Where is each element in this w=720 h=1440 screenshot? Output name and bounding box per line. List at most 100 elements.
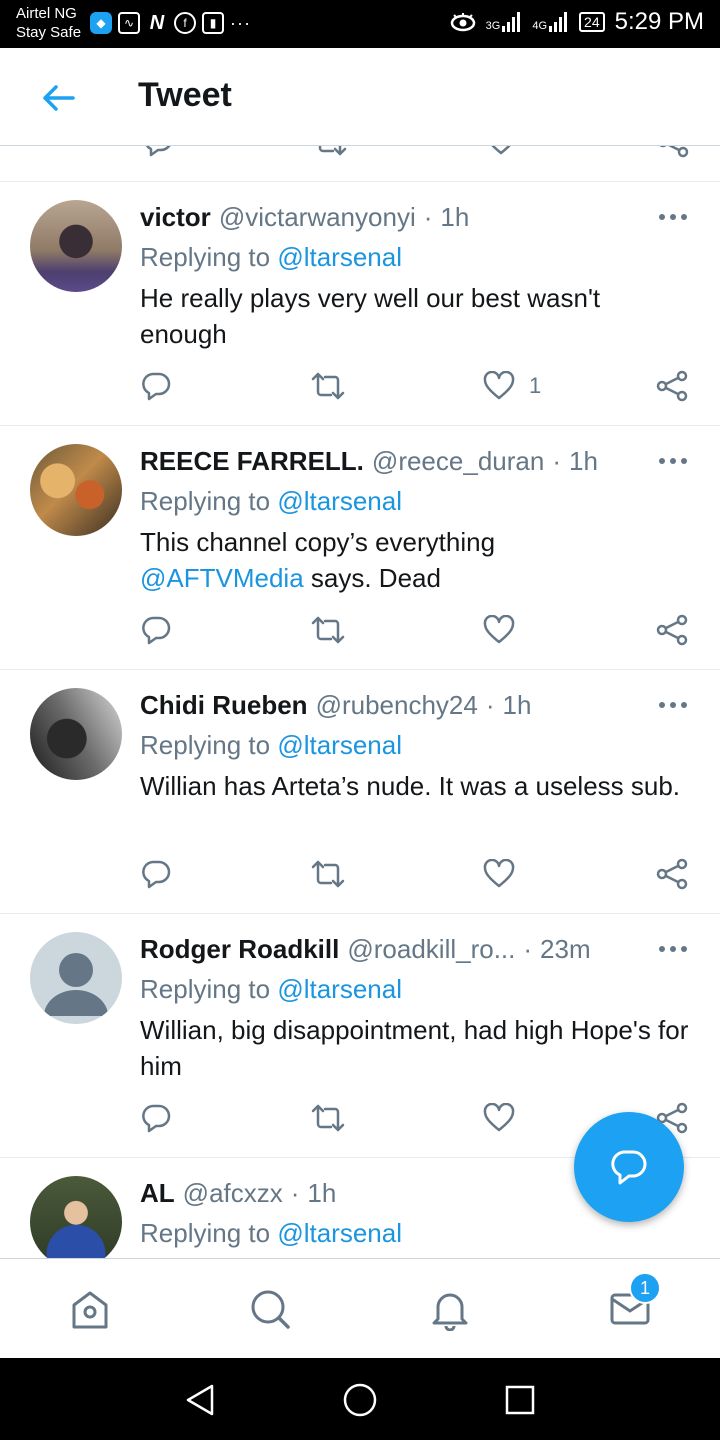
retweet-icon bbox=[311, 1104, 345, 1132]
replying-label: Replying to bbox=[140, 974, 278, 1004]
retweet-icon[interactable] bbox=[313, 146, 347, 158]
username[interactable]: @afcxzx bbox=[183, 1178, 283, 1209]
like-button[interactable] bbox=[483, 856, 515, 892]
facebook-icon: f bbox=[174, 12, 196, 34]
retweet-button[interactable] bbox=[311, 612, 345, 648]
avatar[interactable] bbox=[30, 688, 122, 780]
share-button[interactable] bbox=[655, 612, 689, 648]
reply-button[interactable] bbox=[140, 1100, 172, 1136]
retweet-button[interactable] bbox=[311, 368, 345, 404]
tweet-header: Chidi Rueben @rubenchy24 · 1h bbox=[140, 690, 650, 721]
tweet-header: Rodger Roadkill @roadkill_ro... · 23m bbox=[140, 934, 650, 965]
system-back-button[interactable] bbox=[178, 1378, 222, 1422]
retweet-button[interactable] bbox=[311, 856, 345, 892]
more-icon bbox=[659, 702, 687, 708]
mention-link[interactable]: @ltarsenal bbox=[277, 974, 402, 1004]
replying-to: Replying to @ltarsenal bbox=[140, 974, 402, 1005]
like-button[interactable] bbox=[483, 612, 515, 648]
avatar[interactable] bbox=[30, 932, 122, 1024]
reply-button[interactable] bbox=[140, 612, 172, 648]
retweet-icon bbox=[311, 372, 345, 400]
username[interactable]: @rubenchy24 bbox=[316, 690, 478, 721]
avatar[interactable] bbox=[30, 1176, 122, 1258]
signal-1: 3G bbox=[486, 12, 523, 32]
reply-button[interactable] bbox=[140, 856, 172, 892]
username[interactable]: @victarwanyonyi bbox=[219, 202, 416, 233]
recents-square-icon bbox=[505, 1385, 535, 1415]
mention-link[interactable]: @ltarsenal bbox=[277, 486, 402, 516]
tweet-text: He really plays very well our best wasn'… bbox=[140, 283, 601, 349]
share-icon[interactable] bbox=[656, 146, 690, 158]
avatar[interactable] bbox=[30, 444, 122, 536]
tweet-actions bbox=[0, 612, 720, 652]
more-options-button[interactable] bbox=[656, 936, 690, 962]
display-name[interactable]: REECE FARRELL. bbox=[140, 446, 364, 477]
share-icon bbox=[656, 614, 688, 646]
n-app-icon: N bbox=[149, 11, 165, 34]
timestamp: 23m bbox=[540, 934, 591, 964]
carrier-name: Airtel NG bbox=[16, 5, 77, 22]
like-icon[interactable] bbox=[485, 146, 517, 156]
more-options-button[interactable] bbox=[656, 204, 690, 230]
share-icon bbox=[656, 370, 688, 402]
more-icon bbox=[659, 458, 687, 464]
display-name[interactable]: AL bbox=[140, 1178, 175, 1209]
like-button[interactable]: 1 bbox=[483, 368, 541, 404]
compose-reply-button[interactable] bbox=[574, 1112, 684, 1222]
back-button[interactable] bbox=[36, 76, 80, 120]
more-notifications-icon: ··· bbox=[230, 12, 251, 33]
share-icon bbox=[656, 858, 688, 890]
previous-tweet-actions bbox=[0, 146, 720, 182]
tweet-text: Willian, big disappointment, had high Ho… bbox=[140, 1015, 689, 1081]
mention-link[interactable]: @ltarsenal bbox=[277, 242, 402, 272]
mention-link[interactable]: @AFTVMedia bbox=[140, 563, 304, 593]
display-name[interactable]: Chidi Rueben bbox=[140, 690, 308, 721]
nav-search[interactable] bbox=[246, 1285, 294, 1333]
back-triangle-icon bbox=[186, 1384, 214, 1416]
tweet-item[interactable]: victor @victarwanyonyi · 1h Replying to … bbox=[0, 182, 720, 426]
reply-icon bbox=[142, 372, 171, 401]
retweet-button[interactable] bbox=[311, 1100, 345, 1136]
page-title: Tweet bbox=[138, 76, 232, 114]
like-button[interactable] bbox=[483, 1100, 515, 1136]
tweet-item[interactable]: Chidi Rueben @rubenchy24 · 1h Replying t… bbox=[0, 670, 720, 914]
replies-feed[interactable]: victor @victarwanyonyi · 1h Replying to … bbox=[0, 146, 720, 1258]
share-button[interactable] bbox=[655, 856, 689, 892]
tweet-header: AL @afcxzx · 1h bbox=[140, 1178, 650, 1209]
status-right: 3G 4G 24 5:29 PM bbox=[450, 8, 704, 36]
tweet-text: Willian has Arteta’s nude. It was a usel… bbox=[140, 771, 681, 801]
system-recents-button[interactable] bbox=[498, 1378, 542, 1422]
mention-link[interactable]: @ltarsenal bbox=[277, 1218, 402, 1248]
reply-button[interactable] bbox=[140, 368, 172, 404]
replying-to: Replying to @ltarsenal bbox=[140, 730, 402, 761]
share-button[interactable] bbox=[655, 368, 689, 404]
system-navigation bbox=[0, 1358, 720, 1440]
reply-icon[interactable] bbox=[142, 146, 174, 158]
separator-dot: · bbox=[423, 202, 433, 232]
display-name[interactable]: victor bbox=[140, 202, 211, 233]
tweet-item[interactable]: REECE FARRELL. @reece_duran · 1h Replyin… bbox=[0, 426, 720, 670]
username[interactable]: @reece_duran bbox=[372, 446, 544, 477]
more-options-button[interactable] bbox=[656, 692, 690, 718]
retweet-icon bbox=[311, 860, 345, 888]
username[interactable]: @roadkill_ro... bbox=[347, 934, 515, 965]
messages-badge: 1 bbox=[629, 1272, 661, 1304]
network-type-2: 4G bbox=[532, 20, 548, 32]
display-name[interactable]: Rodger Roadkill bbox=[140, 934, 339, 965]
more-options-button[interactable] bbox=[656, 448, 690, 474]
replying-to: Replying to @ltarsenal bbox=[140, 1218, 402, 1249]
replying-label: Replying to bbox=[140, 486, 278, 516]
like-count: 1 bbox=[529, 373, 542, 398]
nav-home[interactable] bbox=[66, 1285, 114, 1333]
carrier-subtitle: Stay Safe bbox=[16, 24, 82, 41]
nav-notifications[interactable] bbox=[426, 1285, 474, 1333]
compose-reply-icon bbox=[611, 1150, 647, 1185]
mic-icon: ▮ bbox=[202, 12, 224, 34]
more-icon bbox=[659, 946, 687, 952]
mention-link[interactable]: @ltarsenal bbox=[277, 730, 402, 760]
avatar[interactable] bbox=[30, 200, 122, 292]
notification-icons: ◆ ∿ N f ▮ ··· bbox=[90, 12, 251, 34]
system-home-button[interactable] bbox=[338, 1378, 382, 1422]
like-icon bbox=[483, 1103, 515, 1132]
timestamp: 1h bbox=[568, 446, 598, 476]
